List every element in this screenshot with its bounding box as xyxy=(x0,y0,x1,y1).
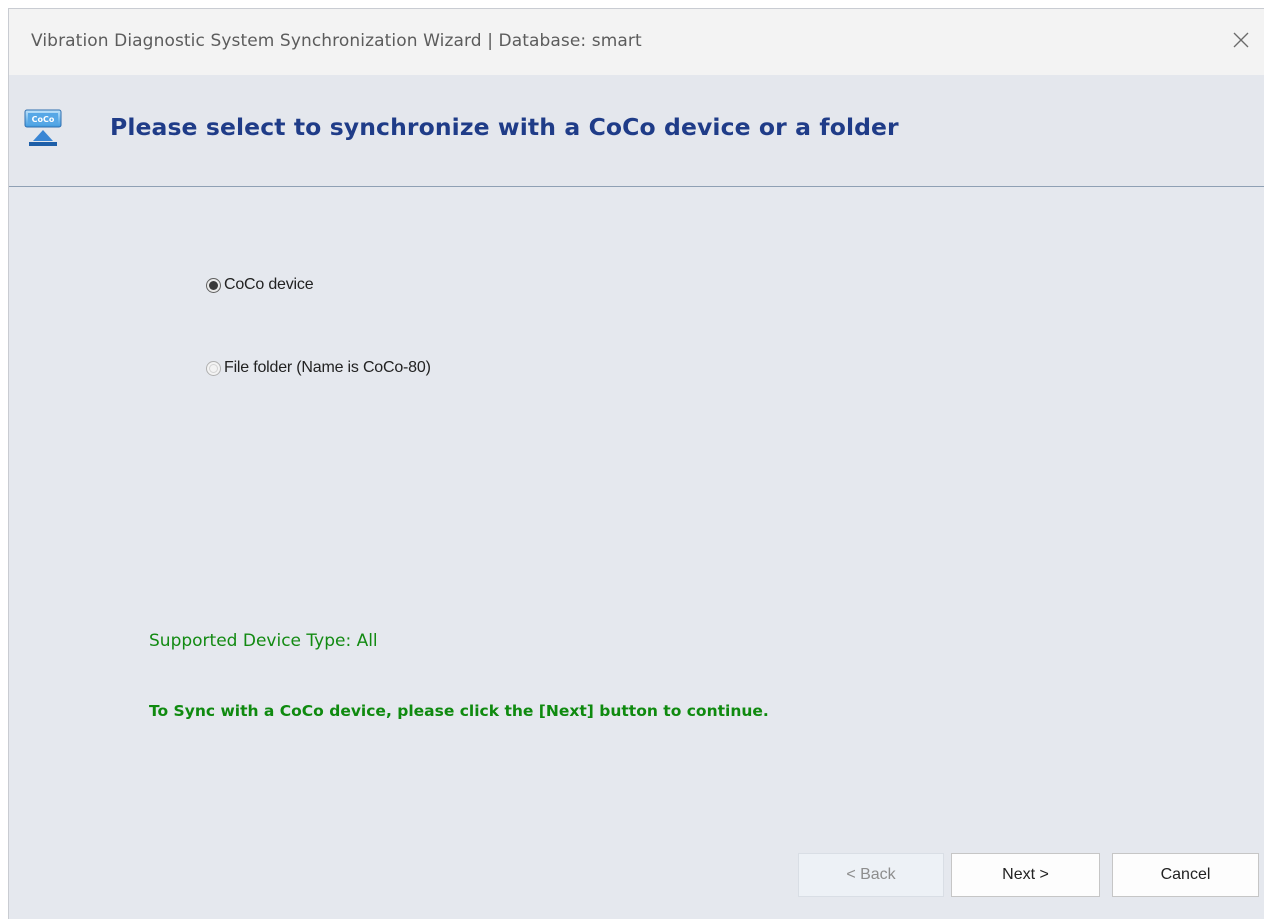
title-bar[interactable]: Vibration Diagnostic System Synchronizat… xyxy=(9,9,1264,75)
file-folder-label[interactable]: File folder (Name is CoCo-80) xyxy=(224,359,431,377)
close-button[interactable] xyxy=(1224,23,1258,57)
coco-device-label[interactable]: CoCo device xyxy=(224,276,314,294)
instruction-text: To Sync with a CoCo device, please click… xyxy=(149,702,769,720)
window-title: Vibration Diagnostic System Synchronizat… xyxy=(31,31,642,51)
coco-device-option[interactable]: CoCo device xyxy=(206,276,314,294)
sync-wizard-window: Vibration Diagnostic System Synchronizat… xyxy=(8,8,1264,919)
file-folder-option[interactable]: File folder (Name is CoCo-80) xyxy=(206,359,431,377)
cancel-button[interactable]: Cancel xyxy=(1112,853,1259,897)
next-button[interactable]: Next > xyxy=(951,853,1100,897)
wizard-header: CoCo Please select to synchronize with a… xyxy=(9,75,1264,187)
page-title: Please select to synchronize with a CoCo… xyxy=(110,113,899,141)
back-button[interactable]: < Back xyxy=(798,853,944,897)
coco-device-icon: CoCo xyxy=(24,109,64,153)
coco-device-radio[interactable] xyxy=(206,277,221,293)
svg-text:CoCo: CoCo xyxy=(32,115,55,124)
supported-device-type: Supported Device Type: All xyxy=(149,631,378,651)
file-folder-radio[interactable] xyxy=(206,360,221,376)
close-icon xyxy=(1233,32,1249,48)
